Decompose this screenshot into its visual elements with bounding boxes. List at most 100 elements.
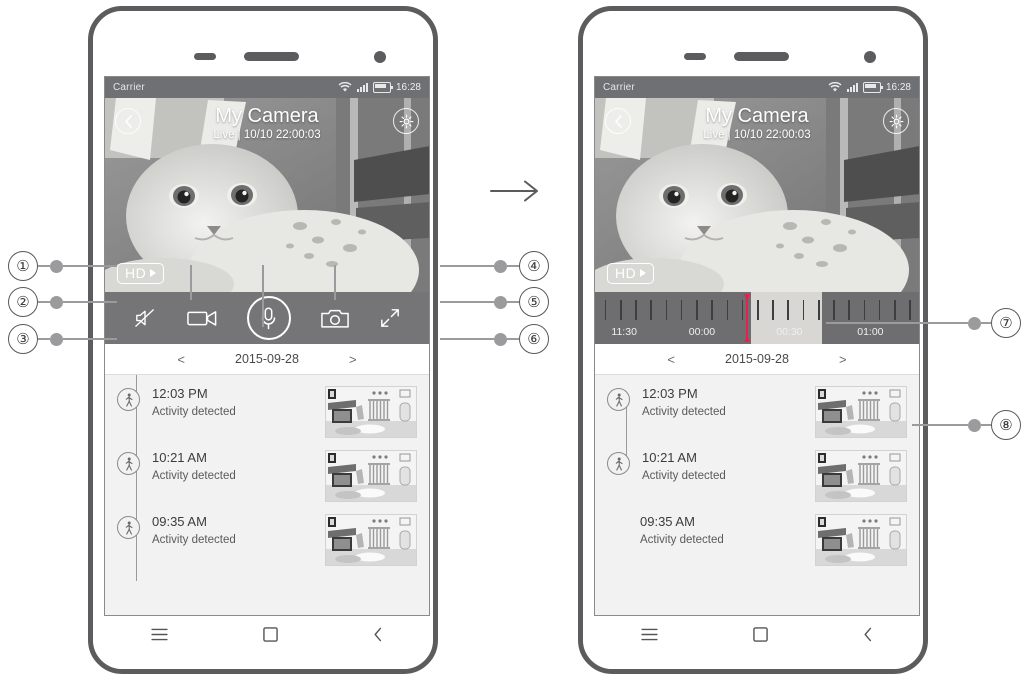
event-text-block: 09:35 AM Activity detected — [152, 513, 325, 549]
live-timestamp: Live | 10/10 22:00:03 — [213, 129, 321, 141]
event-description: Activity detected — [152, 470, 236, 482]
event-list-item[interactable]: 12:03 PM Activity detected — [595, 379, 919, 443]
current-date-label: 2015-09-28 — [235, 352, 299, 366]
next-day-button[interactable]: > — [345, 352, 361, 367]
android-nav-bar — [594, 610, 920, 658]
record-video-button[interactable] — [186, 308, 217, 328]
video-view[interactable]: My Camera Live | 10/10 22:00:03 HD — [595, 98, 919, 292]
current-date-label: 2015-09-28 — [725, 352, 789, 366]
callout-leader — [63, 265, 117, 267]
hamburger-menu-icon[interactable] — [151, 628, 168, 641]
phone-hardware-top — [586, 50, 920, 64]
callout-leader — [507, 265, 519, 267]
snapshot-button[interactable] — [321, 308, 350, 329]
chevron-left-icon — [614, 114, 622, 128]
page-title: My Camera — [705, 105, 809, 127]
event-list: 12:03 PM Activity detected 10:21 AM Activi… — [105, 375, 429, 615]
back-chevron-icon[interactable] — [373, 627, 383, 642]
callout-leader — [507, 301, 519, 303]
wifi-icon — [338, 82, 352, 92]
callout-7: ⑦ — [826, 308, 1021, 338]
proximity-sensor — [684, 53, 706, 60]
talk-microphone-button[interactable] — [246, 296, 291, 340]
settings-button[interactable] — [393, 108, 419, 134]
callout-number: ⑧ — [991, 410, 1021, 440]
walking-person-icon — [615, 393, 623, 407]
square-home-icon[interactable] — [753, 626, 768, 642]
battery-icon — [372, 82, 393, 93]
event-activity-icon — [117, 452, 140, 475]
hd-label: HD — [615, 265, 637, 281]
hd-quality-badge[interactable]: HD — [117, 263, 165, 284]
event-list-item[interactable]: 09:35 AM Activity detected — [105, 507, 429, 571]
event-description: Activity detected — [152, 534, 236, 546]
callout-dot — [968, 316, 981, 330]
callout-leader — [38, 301, 50, 303]
callout-number: ③ — [8, 324, 38, 354]
event-list-item[interactable]: 12:03 PM Activity detected — [105, 379, 429, 443]
earpiece-speaker — [244, 52, 299, 61]
event-thumbnail-image — [326, 451, 416, 501]
signal-bars-icon — [846, 83, 858, 92]
phone-screen-right: Carrier 16:28 My Camera Live | 10/10 22:… — [594, 76, 920, 616]
walking-person-icon — [125, 393, 133, 407]
callout-leader — [63, 301, 117, 303]
callout-6: ⑥ — [440, 324, 549, 354]
prev-day-button[interactable]: < — [663, 352, 679, 367]
callout-8: ⑧ — [912, 410, 1021, 440]
event-activity-icon — [117, 388, 140, 411]
wifi-icon — [828, 82, 842, 92]
microphone-icon — [262, 306, 276, 329]
phone-screen-left: Carrier 16:28 My Camera Live | 10/10 22:… — [104, 76, 430, 616]
callout-number: ⑤ — [519, 287, 549, 317]
back-button[interactable] — [605, 108, 631, 134]
callout-1: ① — [8, 251, 117, 281]
event-list-item[interactable]: 10:21 AM Activity detected — [595, 443, 919, 507]
callout-leader — [912, 424, 968, 426]
event-thumbnail[interactable] — [325, 386, 417, 438]
event-thumbnail[interactable] — [815, 514, 907, 566]
event-thumbnail[interactable] — [815, 386, 907, 438]
callout-dot — [494, 332, 507, 346]
chevron-left-icon — [124, 114, 132, 128]
event-list-item[interactable]: 09:35 AM Activity detected — [595, 507, 919, 571]
event-thumbnail-image — [326, 387, 416, 437]
callout-dot — [494, 259, 507, 273]
status-bar: Carrier 16:28 — [595, 77, 919, 98]
hd-quality-badge[interactable]: HD — [607, 263, 655, 284]
settings-button[interactable] — [883, 108, 909, 134]
back-chevron-icon[interactable] — [863, 627, 873, 642]
event-text-block: 10:21 AM Activity detected — [642, 449, 815, 485]
callout-dot — [50, 259, 63, 273]
event-thumbnail[interactable] — [325, 450, 417, 502]
event-list-item[interactable]: 10:21 AM Activity detected — [105, 443, 429, 507]
event-text-block: 09:35 AM Activity detected — [640, 513, 815, 549]
status-clock: 16:28 — [395, 82, 421, 93]
square-home-icon[interactable] — [263, 626, 278, 642]
speaker-mute-button[interactable] — [134, 308, 156, 328]
callout-5: ⑤ — [440, 287, 549, 317]
timeline-playhead[interactable] — [744, 294, 751, 342]
event-list: 12:03 PM Activity detected 10:21 AM Activi… — [595, 375, 919, 615]
callout-leader — [440, 338, 494, 340]
event-thumbnail[interactable] — [815, 450, 907, 502]
front-camera-lens — [864, 51, 876, 63]
callout-leader — [981, 322, 991, 324]
video-view[interactable]: My Camera Live | 10/10 22:00:03 HD — [105, 98, 429, 292]
callout-dot — [50, 295, 63, 309]
event-time: 10:21 AM — [642, 450, 697, 465]
status-bar: Carrier 16:28 — [105, 77, 429, 98]
next-day-button[interactable]: > — [835, 352, 851, 367]
hamburger-menu-icon[interactable] — [641, 628, 658, 641]
timeline-label: 00:30 — [776, 326, 803, 338]
page-title: My Camera — [215, 105, 319, 127]
event-thumbnail[interactable] — [325, 514, 417, 566]
event-description: Activity detected — [642, 470, 726, 482]
callout-dot — [968, 418, 981, 432]
back-button[interactable] — [115, 108, 141, 134]
event-time: 09:35 AM — [640, 514, 695, 529]
gear-icon — [399, 114, 413, 128]
prev-day-button[interactable]: < — [173, 352, 189, 367]
fullscreen-button[interactable] — [380, 308, 400, 328]
callout-leader — [38, 338, 50, 340]
